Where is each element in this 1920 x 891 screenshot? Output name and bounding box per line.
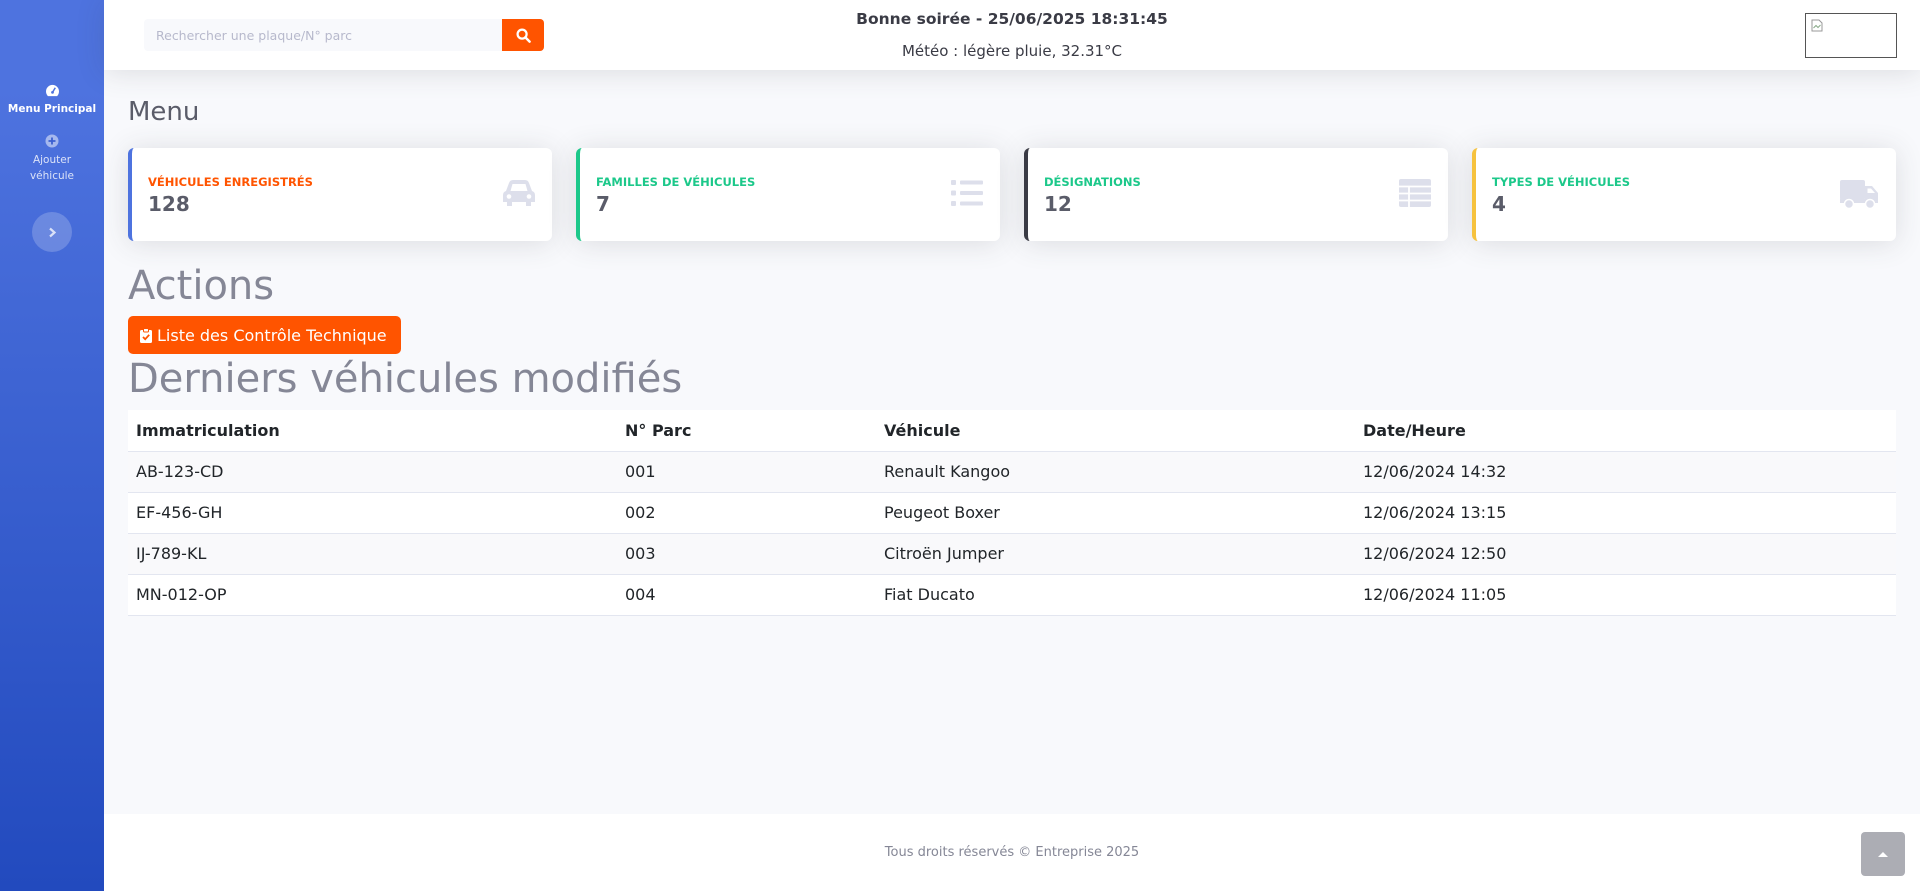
button-label: Liste des Contrôle Technique — [157, 325, 387, 345]
card-value: 12 — [1044, 192, 1072, 216]
stat-cards: Véhicules enregistrés 128 Familles de vé… — [128, 148, 1896, 241]
table-icon — [1398, 178, 1432, 212]
chevron-up-icon — [1877, 850, 1889, 858]
column-header: Date/Heure — [1355, 410, 1896, 452]
recent-vehicles-table: Immatriculation N° Parc Véhicule Date/He… — [128, 410, 1896, 616]
sidebar-toggle-button[interactable] — [32, 212, 72, 252]
cell-immatriculation: EF-456-GH — [128, 492, 617, 534]
table-row: EF-456-GH 002 Peugeot Boxer 12/06/2024 1… — [128, 492, 1896, 534]
cell-parc: 002 — [617, 492, 876, 534]
truck-icon — [1840, 178, 1880, 214]
logo — [1805, 13, 1897, 58]
search-button[interactable] — [502, 19, 544, 51]
card-label: Désignations — [1044, 175, 1141, 189]
main-content: Menu Véhicules enregistrés 128 Familles … — [128, 70, 1896, 616]
copyright-text: Tous droits réservés © Entreprise 2025 — [884, 845, 1140, 860]
footer: Tous droits réservés © Entreprise 2025 — [104, 814, 1920, 891]
table-row: AB-123-CD 001 Renault Kangoo 12/06/2024 … — [128, 451, 1896, 493]
cell-date: 12/06/2024 11:05 — [1355, 574, 1896, 616]
plus-circle-icon — [44, 133, 60, 149]
cell-parc: 003 — [617, 533, 876, 575]
search-input[interactable] — [144, 19, 502, 51]
search-form — [144, 19, 544, 51]
table-row: MN-012-OP 004 Fiat Ducato 12/06/2024 11:… — [128, 574, 1896, 616]
car-icon — [502, 178, 536, 212]
cell-date: 12/06/2024 14:32 — [1355, 451, 1896, 493]
cell-vehicule: Citroën Jumper — [876, 533, 1355, 575]
recent-vehicles-title: Derniers véhicules modifiés — [128, 356, 683, 402]
sidebar-item-label: Menu Principal — [7, 103, 97, 115]
sidebar-item-menu-principal[interactable]: Menu Principal — [0, 82, 104, 117]
cell-immatriculation: MN-012-OP — [128, 574, 617, 616]
controle-technique-list-button[interactable]: Liste des Contrôle Technique — [128, 316, 401, 354]
column-header: N° Parc — [617, 410, 876, 452]
actions-title: Actions — [128, 263, 275, 309]
card-familles-vehicules: Familles de véhicules 7 — [576, 148, 1000, 241]
broken-image-icon — [1811, 17, 1823, 36]
cell-vehicule: Peugeot Boxer — [876, 492, 1355, 534]
list-icon — [950, 178, 984, 212]
card-types-vehicules: Types de véhicules 4 — [1472, 148, 1896, 241]
chevron-right-icon — [48, 227, 57, 238]
sidebar: Menu Principal Ajouter véhicule — [0, 0, 104, 891]
card-value: 128 — [148, 192, 190, 216]
table-row: IJ-789-KL 003 Citroën Jumper 12/06/2024 … — [128, 533, 1896, 575]
card-value: 4 — [1492, 192, 1506, 216]
sidebar-item-label: Ajouter véhicule — [29, 154, 75, 182]
cell-immatriculation: IJ-789-KL — [128, 533, 617, 575]
cell-date: 12/06/2024 12:50 — [1355, 533, 1896, 575]
cell-immatriculation: AB-123-CD — [128, 451, 617, 493]
card-value: 7 — [596, 192, 610, 216]
cell-parc: 001 — [617, 451, 876, 493]
cell-vehicule: Renault Kangoo — [876, 451, 1355, 493]
dashboard-icon — [44, 82, 60, 98]
scroll-to-top-button[interactable] — [1861, 832, 1905, 876]
card-label: Familles de véhicules — [596, 175, 756, 189]
card-designations: Désignations 12 — [1024, 148, 1448, 241]
page-title: Menu — [128, 97, 200, 127]
column-header: Immatriculation — [128, 410, 617, 452]
card-vehicules-enregistres: Véhicules enregistrés 128 — [128, 148, 552, 241]
clipboard-check-icon — [140, 327, 152, 343]
card-label: Véhicules enregistrés — [148, 175, 313, 189]
column-header: Véhicule — [876, 410, 1355, 452]
cell-vehicule: Fiat Ducato — [876, 574, 1355, 616]
cell-parc: 004 — [617, 574, 876, 616]
table-header-row: Immatriculation N° Parc Véhicule Date/He… — [128, 410, 1896, 452]
topbar: Bonne soirée - 25/06/2025 18:31:45 Météo… — [104, 0, 1920, 70]
card-label: Types de véhicules — [1492, 175, 1631, 189]
search-icon — [515, 27, 531, 43]
cell-date: 12/06/2024 13:15 — [1355, 492, 1896, 534]
sidebar-item-ajouter-vehicule[interactable]: Ajouter véhicule — [0, 133, 104, 184]
